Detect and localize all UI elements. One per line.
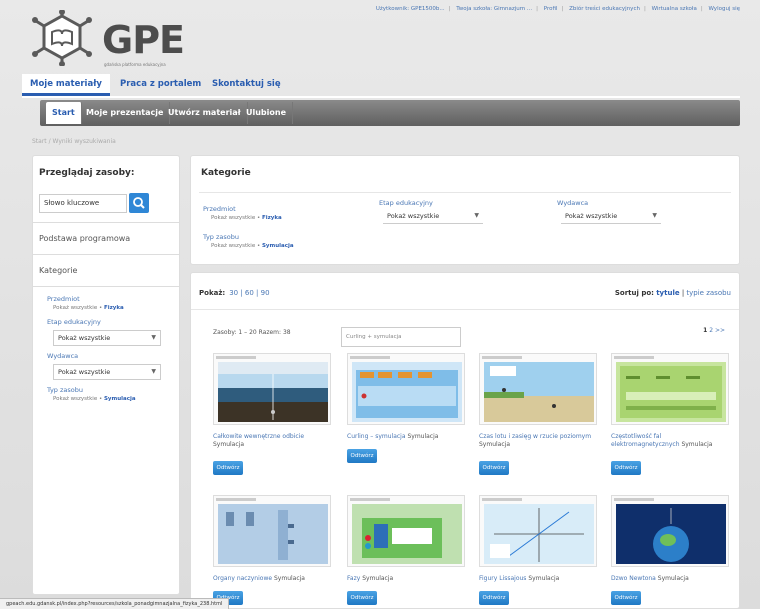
filter-publisher-select[interactable]: Pokaż wszystkie ▼ <box>53 364 161 380</box>
sort-controls: Sortuj po: tytule | typie zasobu <box>614 289 731 297</box>
resource-title[interactable]: Organy naczyniowe Symulacja <box>213 575 331 583</box>
resource-title[interactable]: Dzwo Newtona Symulacja <box>611 575 729 583</box>
subtab-favourites[interactable]: Ulubione <box>240 102 294 124</box>
keyword-search-input[interactable]: Słowo kluczowe <box>39 194 127 213</box>
open-button[interactable]: Odtwórz <box>213 461 243 475</box>
open-button[interactable]: Odtwórz <box>479 461 509 475</box>
tab-portal-work[interactable]: Praca z portalem <box>112 74 209 96</box>
search-button[interactable] <box>129 193 149 213</box>
toplink-user[interactable]: Użytkownik: GPE1500b... <box>376 6 445 12</box>
categories-title: Kategorie <box>201 168 251 178</box>
cat-type-value[interactable]: Pokaż wszystkie • Symulacja <box>211 243 294 249</box>
resource-title[interactable]: Figury Lissajous Symulacja <box>479 575 597 583</box>
main-tabs: Moje materiały Praca z portalem Skontakt… <box>22 72 740 98</box>
thumbnail-image <box>616 362 726 422</box>
categories-panel: Kategorie Przedmiot Pokaż wszystkie • Fi… <box>190 155 740 265</box>
sidebar-title: Przeglądaj zasoby: <box>39 168 135 178</box>
resource-thumbnail[interactable] <box>479 353 597 425</box>
resource-title[interactable]: Czas lotu i zasięg w rzucie poziomym Sym… <box>479 433 597 449</box>
toplink-school[interactable]: Twoja szkoła: Gimnazjum ... <box>456 6 532 12</box>
chevron-down-icon: ▼ <box>151 368 156 375</box>
toplink-virtual-school[interactable]: Wirtualna szkoła <box>652 6 697 12</box>
resource-thumbnail[interactable] <box>347 495 465 567</box>
chevron-down-icon: ▼ <box>151 334 156 341</box>
thumbnail-image <box>484 362 594 422</box>
sort-by-type[interactable]: typie zasobu <box>686 289 731 297</box>
pager-current: 1 <box>703 327 708 334</box>
sidebar-link-curriculum[interactable]: Podstawa programowa <box>39 234 130 243</box>
subtab-presentations[interactable]: Moje prezentacje <box>80 102 171 124</box>
status-bar-url: gpeach.edu.gdansk.pl/index.php?resources… <box>0 598 230 609</box>
thumbnail-image <box>616 504 726 564</box>
cat-publisher-label: Wydawca <box>557 199 589 207</box>
sub-navigation: Start Moje prezentacje Utwórz materiał U… <box>40 100 740 126</box>
resource-title[interactable]: Częstotliwość fal elektromagnetycznych S… <box>611 433 729 449</box>
chevron-down-icon: ▼ <box>474 212 479 219</box>
open-button[interactable]: Odtwórz <box>347 449 377 463</box>
page: GPE gdańska platforma edukacyjna Użytkow… <box>22 0 740 609</box>
resource-thumbnail[interactable] <box>611 495 729 567</box>
filter-type-value[interactable]: Pokaż wszystkie • Symulacja <box>53 396 136 402</box>
filter-stage-label: Etap edukacyjny <box>47 318 101 326</box>
search-icon <box>133 197 145 209</box>
breadcrumb[interactable]: Start / Wyniki wyszukiwania <box>32 138 116 145</box>
subtab-create-material[interactable]: Utwórz materiał <box>162 102 248 124</box>
page-size-options[interactable]: 30 | 60 | 90 <box>229 289 269 297</box>
thumbnail-image <box>352 504 462 564</box>
logo-subtitle: gdańska platforma edukacyjna <box>104 62 166 67</box>
pager-next[interactable]: 2 >> <box>709 327 725 334</box>
gpe-logo[interactable]: GPE gdańska platforma edukacyjna <box>30 10 190 67</box>
top-links: Użytkownik: GPE1500b... | Twoja szkoła: G… <box>375 6 740 12</box>
filter-subject-label: Przedmiot <box>47 295 80 303</box>
cat-stage-select[interactable]: Pokaż wszystkie ▼ <box>383 209 483 224</box>
open-button[interactable]: Odtwórz <box>347 591 377 605</box>
page-size: Pokaż: 30 | 60 | 90 <box>199 289 270 297</box>
resource-thumbnail[interactable] <box>213 353 331 425</box>
filter-type-label: Typ zasobu <box>47 386 84 394</box>
sort-by-title[interactable]: tytule <box>656 289 679 297</box>
logo-text: GPE <box>102 18 185 62</box>
results-search-input[interactable]: Curling + symulacja <box>341 327 461 347</box>
toplink-content[interactable]: Zbiór treści edukacyjnych <box>569 6 640 12</box>
results-panel: Pokaż: 30 | 60 | 90 Sortuj po: tytule | t… <box>190 272 740 609</box>
cat-subject-label: Przedmiot <box>203 205 236 213</box>
thumbnail-image <box>352 362 462 422</box>
filter-stage-select[interactable]: Pokaż wszystkie ▼ <box>53 330 161 346</box>
open-button[interactable]: Odtwórz <box>611 591 641 605</box>
logo-emblem-icon <box>32 10 92 66</box>
thumbnail-image <box>484 504 594 564</box>
tab-contact[interactable]: Skontaktuj się <box>204 74 289 96</box>
resource-thumbnail[interactable] <box>479 495 597 567</box>
resource-title[interactable]: Całkowite wewnętrzne odbicie Symulacja <box>213 433 331 449</box>
cat-stage-label: Etap edukacyjny <box>379 199 433 207</box>
subtab-start[interactable]: Start <box>46 102 82 124</box>
filter-publisher-label: Wydawca <box>47 352 79 360</box>
cat-subject-value[interactable]: Pokaż wszystkie • Fizyka <box>211 215 282 221</box>
header: GPE gdańska platforma edukacyjna Użytkow… <box>22 0 740 70</box>
cat-type-label: Typ zasobu <box>203 233 240 241</box>
chevron-down-icon: ▼ <box>652 212 657 219</box>
thumbnail-image <box>218 504 328 564</box>
toplink-profile[interactable]: Profil <box>544 6 558 12</box>
thumbnail-image <box>218 362 328 422</box>
filter-subject-value[interactable]: Pokaż wszystkie • Fizyka <box>53 305 124 311</box>
toplink-logout[interactable]: Wyloguj się <box>708 6 740 12</box>
pager: 1 2 >> <box>703 327 725 334</box>
categories-filters: Przedmiot Pokaż wszystkie • Fizyka Typ z… <box>199 192 731 260</box>
resource-thumbnail[interactable] <box>213 495 331 567</box>
sidebar: Przeglądaj zasoby: Słowo kluczowe Podsta… <box>32 155 180 595</box>
resource-title[interactable]: Curling – symulacja Symulacja <box>347 433 465 441</box>
open-button[interactable]: Odtwórz <box>479 591 509 605</box>
tab-my-materials[interactable]: Moje materiały <box>22 74 110 96</box>
sidebar-link-categories[interactable]: Kategorie <box>39 266 77 275</box>
resource-thumbnail[interactable] <box>611 353 729 425</box>
cat-publisher-select[interactable]: Pokaż wszystkie ▼ <box>561 209 661 224</box>
resource-title[interactable]: Fazy Symulacja <box>347 575 465 583</box>
results-count: Zasoby: 1 – 20 Razem: 38 <box>213 329 291 336</box>
resource-thumbnail[interactable] <box>347 353 465 425</box>
open-button[interactable]: Odtwórz <box>611 461 641 475</box>
